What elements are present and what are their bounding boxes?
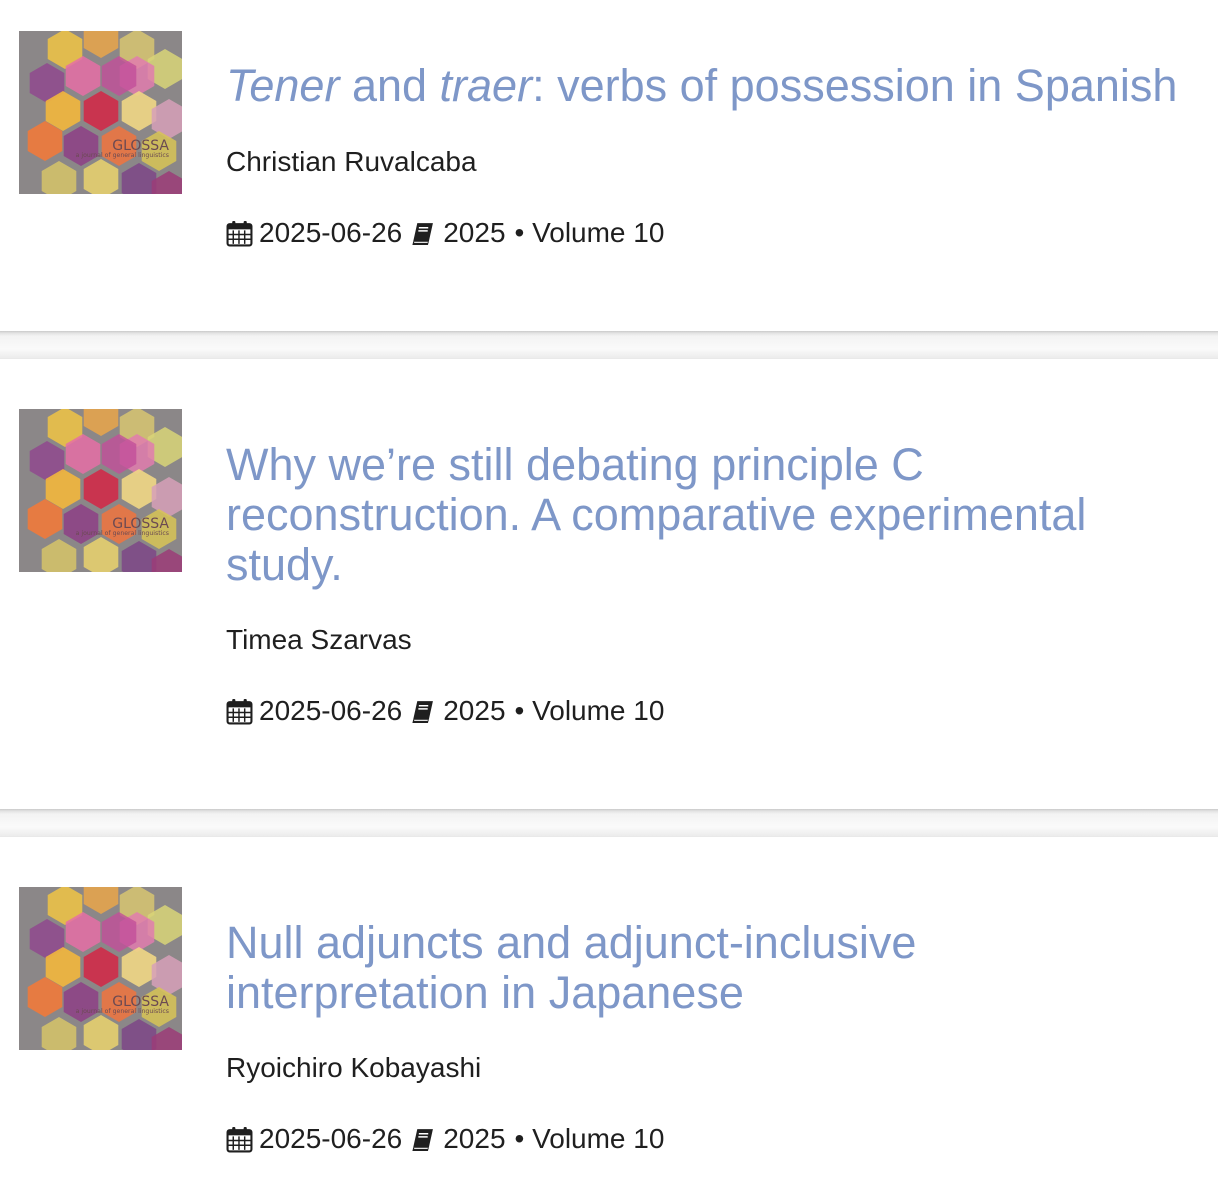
volume-label: • Volume 10 [514,1123,665,1154]
calendar-icon [226,698,253,724]
article-author: Christian Ruvalcaba [226,146,477,177]
article-title-link[interactable]: Why we’re still debating principle C rec… [226,440,1156,590]
publication-date: 2025-06-26 [259,217,403,248]
svg-text:a journal of general linguisti: a journal of general linguistics [76,530,169,537]
article-divider [0,331,1218,359]
article-meta: 2025-06-26 2025 • Volume 10 [226,1122,664,1156]
issue-year: 2025 [443,217,506,248]
article-author: Timea Szarvas [226,624,412,655]
book-icon [412,1128,434,1151]
book-icon [412,700,434,723]
journal-cover-thumbnail[interactable]: GLOSSA a journal of general linguistics [19,31,182,194]
article-divider [0,809,1218,837]
article-author: Ryoichiro Kobayashi [226,1052,482,1083]
volume-label: • Volume 10 [514,217,665,248]
title-italic-word: Tener [226,60,340,111]
calendar-icon [226,220,253,246]
journal-cover-thumbnail[interactable]: GLOSSA a journal of general linguistics [19,887,182,1050]
title-italic-word: traer [439,60,533,111]
article-title-link[interactable]: Null adjuncts and adjunct-inclusive inte… [226,918,986,1018]
title-text-segment: : verbs of possession in Spanish [532,60,1178,111]
svg-text:a journal of general linguisti: a journal of general linguistics [76,1008,169,1015]
svg-text:a journal of general linguisti: a journal of general linguistics [76,152,169,159]
book-icon [412,222,434,245]
issue-year: 2025 [443,1123,506,1154]
journal-cover-thumbnail[interactable]: GLOSSA a journal of general linguistics [19,409,182,572]
article-meta: 2025-06-26 2025 • Volume 10 [226,694,664,728]
calendar-icon [226,1126,253,1152]
publication-date: 2025-06-26 [259,1123,403,1154]
article-meta: 2025-06-26 2025 • Volume 10 [226,216,664,250]
title-text-segment: and [339,60,440,111]
article-title-link[interactable]: Tener and traer: verbs of possession in … [226,61,1216,111]
volume-label: • Volume 10 [514,695,665,726]
publication-date: 2025-06-26 [259,695,403,726]
issue-year: 2025 [443,695,506,726]
